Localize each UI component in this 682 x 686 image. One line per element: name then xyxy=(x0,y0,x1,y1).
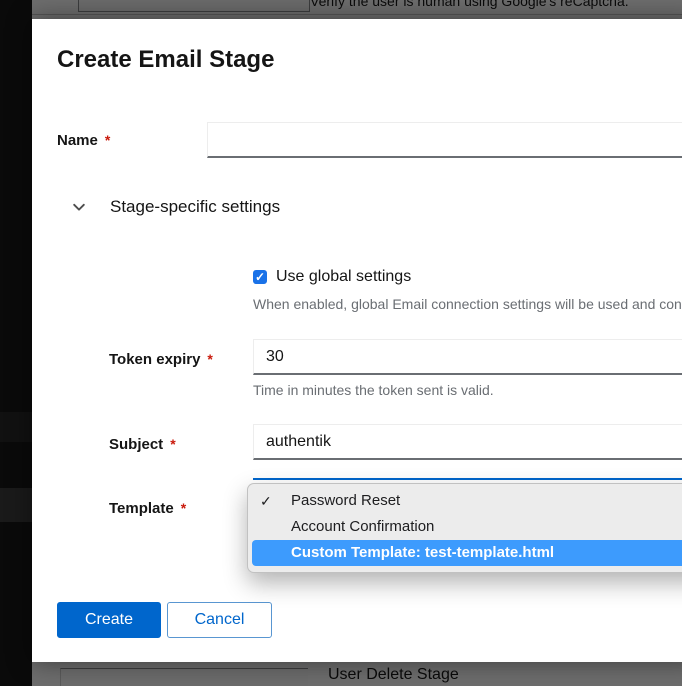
use-global-settings-label: Use global settings xyxy=(276,268,411,286)
subject-label: Subject* xyxy=(109,436,176,453)
modal-title: Create Email Stage xyxy=(57,46,274,74)
dropdown-option-custom-template[interactable]: Custom Template: test-template.html xyxy=(252,540,682,566)
required-asterisk: * xyxy=(181,500,186,516)
selected-check-icon: ✓ xyxy=(260,488,280,514)
screen: Verify the user is human using Google's … xyxy=(0,0,682,686)
name-input[interactable] xyxy=(207,122,682,158)
required-asterisk: * xyxy=(207,351,212,367)
template-label: Template* xyxy=(109,500,186,517)
token-expiry-input[interactable] xyxy=(253,339,682,375)
token-expiry-label: Token expiry* xyxy=(109,351,213,368)
cancel-button[interactable]: Cancel xyxy=(167,602,272,638)
dropdown-option-account-confirmation[interactable]: Account Confirmation xyxy=(248,514,682,540)
use-global-settings-row: ✓ Use global settings xyxy=(253,268,411,286)
dropdown-option-password-reset[interactable]: ✓ Password Reset xyxy=(248,488,682,514)
chevron-down-icon xyxy=(72,200,86,214)
required-asterisk: * xyxy=(105,132,110,148)
token-expiry-help: Time in minutes the token sent is valid. xyxy=(253,382,494,398)
check-icon: ✓ xyxy=(255,270,265,284)
global-settings-help: When enabled, global Email connection se… xyxy=(253,296,682,312)
name-label: Name* xyxy=(57,132,110,149)
required-asterisk: * xyxy=(170,436,175,452)
subject-input[interactable] xyxy=(253,424,682,460)
template-dropdown-menu: ✓ Password Reset Account Confirmation Cu… xyxy=(247,483,682,573)
create-button[interactable]: Create xyxy=(57,602,161,638)
create-email-stage-modal: Create Email Stage Name* Stage-specific … xyxy=(32,19,682,662)
use-global-settings-checkbox[interactable]: ✓ xyxy=(253,270,267,284)
section-title: Stage-specific settings xyxy=(110,197,280,217)
stage-specific-settings-toggle[interactable]: Stage-specific settings xyxy=(72,197,280,217)
template-select[interactable] xyxy=(253,478,682,480)
